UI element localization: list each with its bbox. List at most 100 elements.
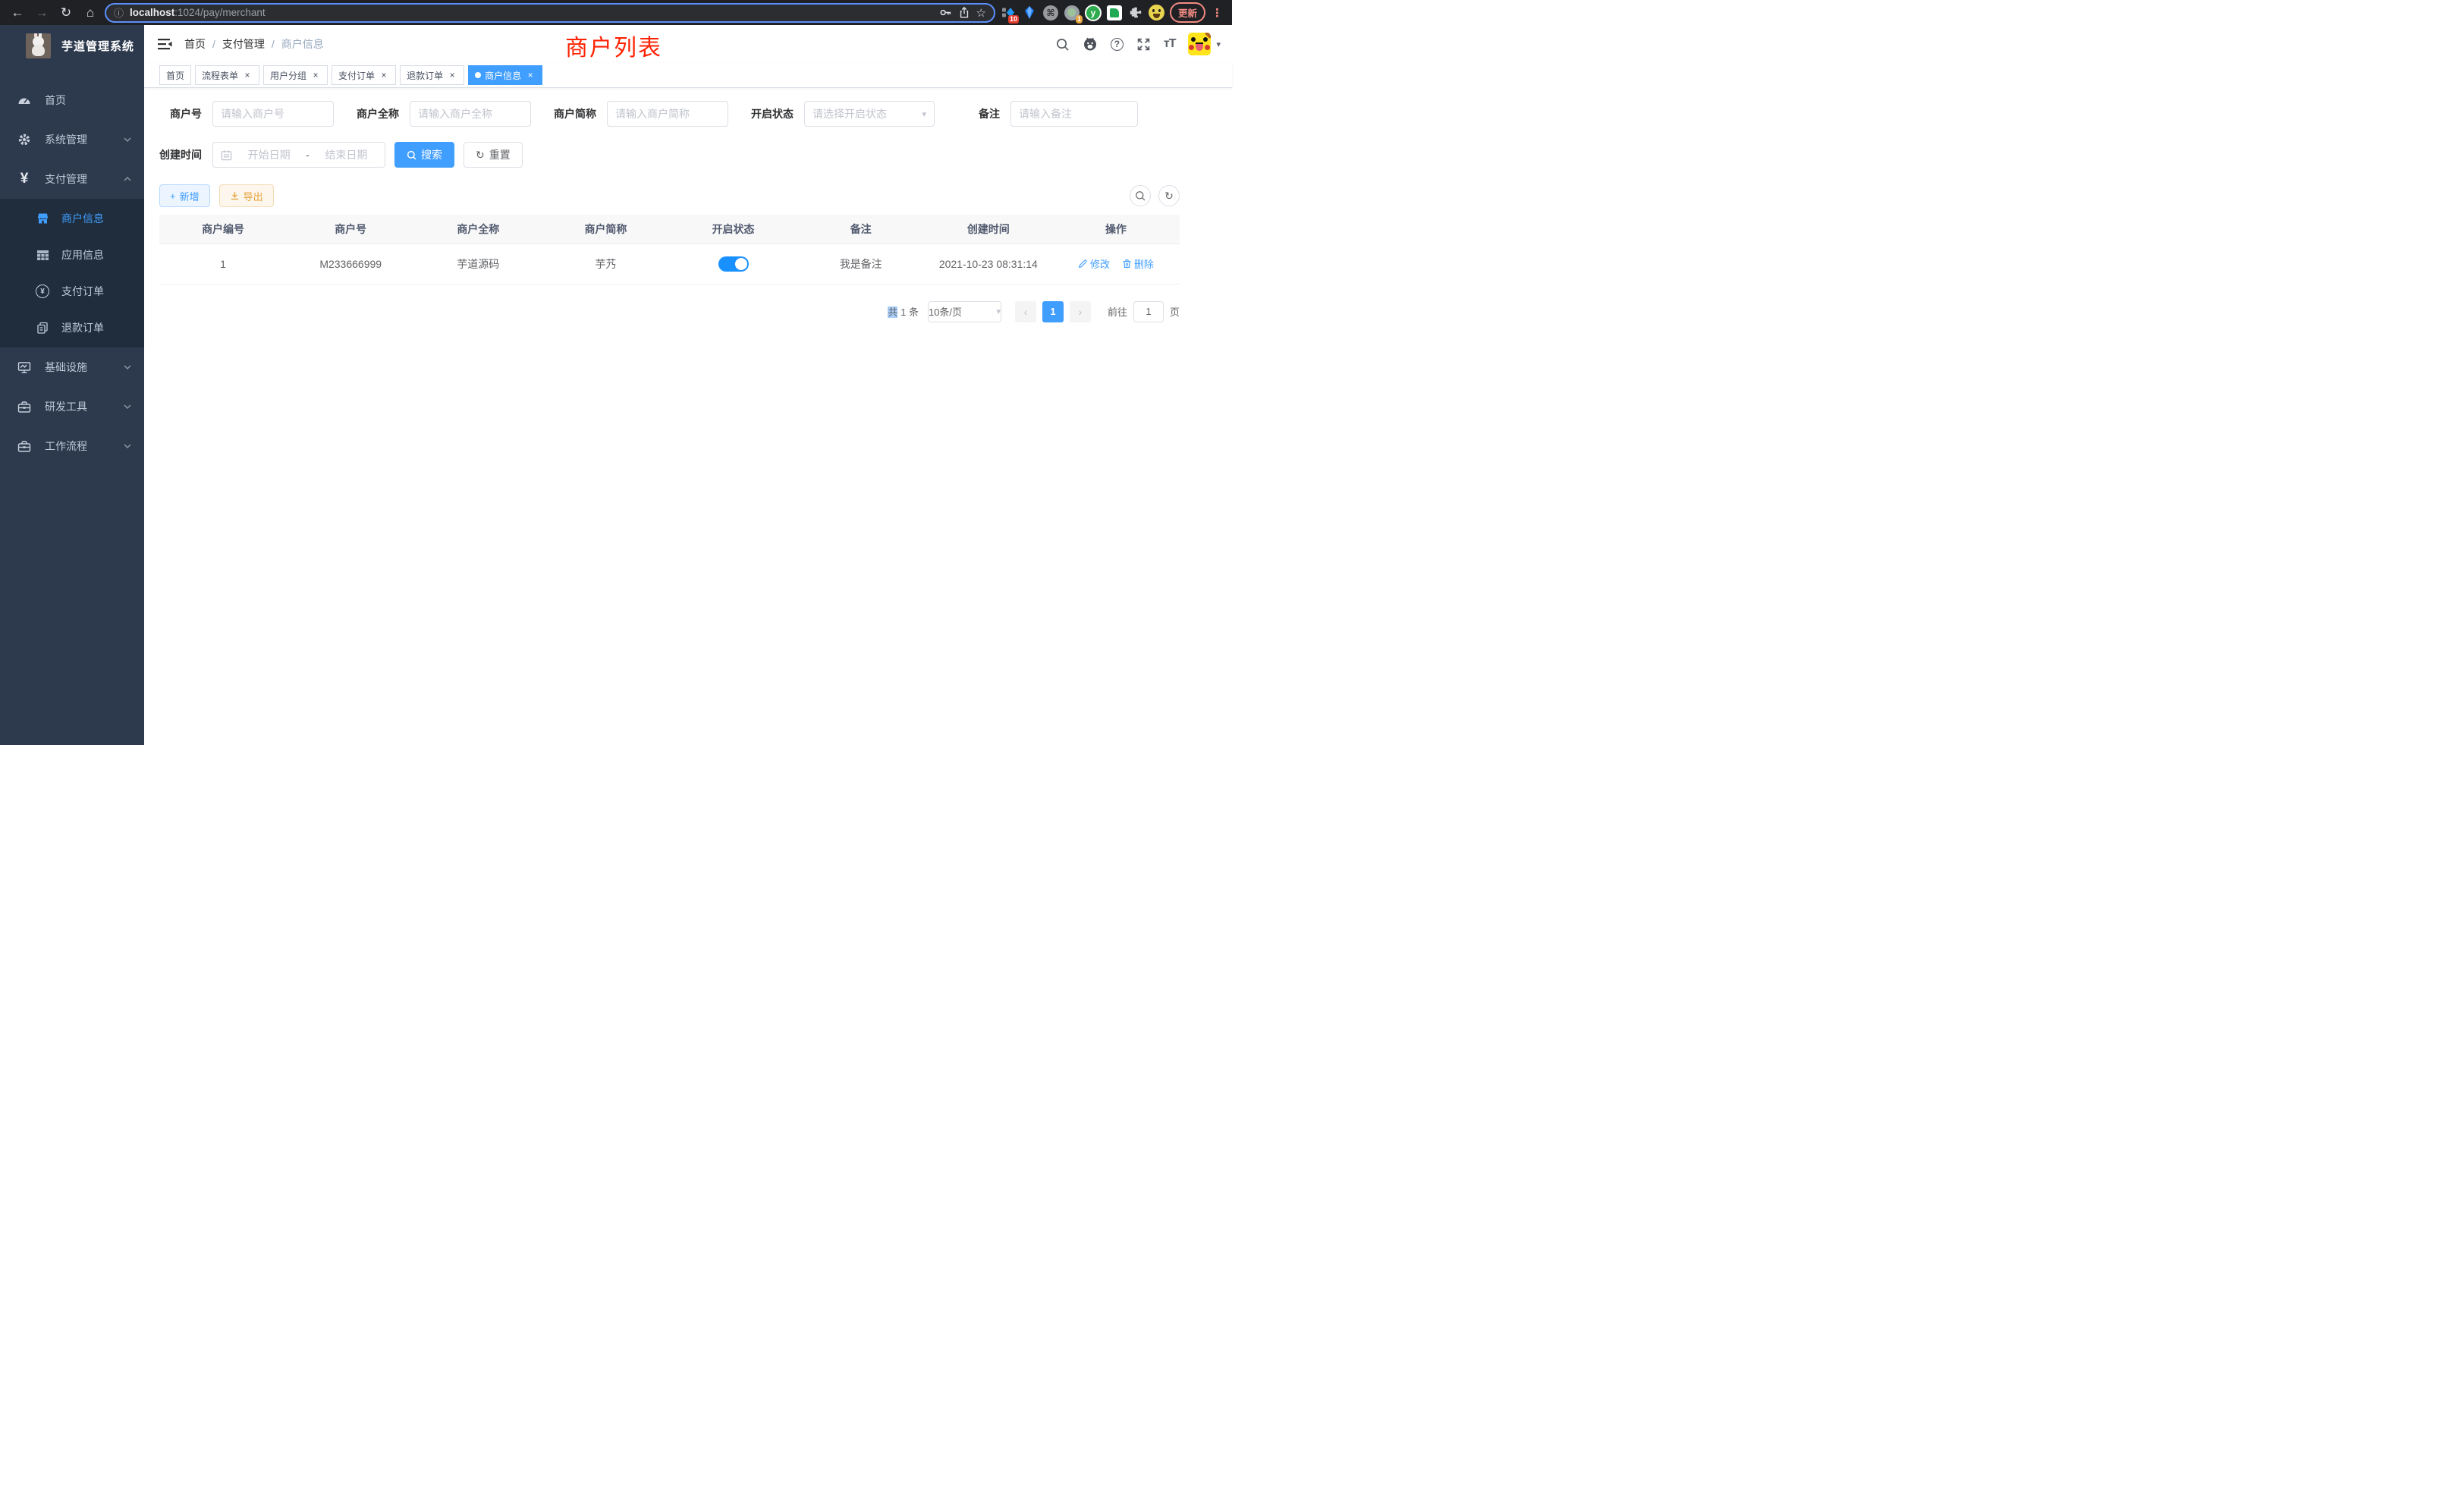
cell-merchant-id: 1 <box>159 244 287 284</box>
breadcrumb-payment[interactable]: 支付管理 <box>222 36 265 52</box>
sidebar-item-pay-order[interactable]: ¥ 支付订单 <box>0 273 144 310</box>
end-date-input[interactable]: 结束日期 <box>316 147 377 162</box>
sidebar-item-refund-order[interactable]: 退款订单 <box>0 310 144 346</box>
browser-update-button[interactable]: 更新 <box>1170 2 1205 23</box>
reset-button[interactable]: ↻ 重置 <box>464 142 523 168</box>
status-select[interactable]: 请选择开启状态 ▾ <box>804 101 935 127</box>
cell-merchant-full: 芋道源码 <box>414 244 542 284</box>
tab-home[interactable]: 首页 <box>159 65 191 85</box>
chevron-down-icon <box>123 402 132 411</box>
close-icon[interactable]: × <box>310 70 321 80</box>
profile-avatar-icon[interactable] <box>1149 5 1165 21</box>
prev-page-button[interactable]: ‹ <box>1015 301 1036 322</box>
extension-pin-icon[interactable]: 10 <box>1000 5 1017 21</box>
delete-link[interactable]: 删除 <box>1122 256 1154 271</box>
fullscreen-icon[interactable] <box>1136 37 1151 52</box>
sidebar-item-workflow[interactable]: 工作流程 <box>0 426 144 466</box>
toggle-search-button[interactable] <box>1130 185 1151 206</box>
breadcrumb-home[interactable]: 首页 <box>184 36 206 52</box>
remark-input[interactable] <box>1019 108 1130 120</box>
sidebar-item-home[interactable]: 首页 <box>0 80 144 120</box>
extension-gem-icon[interactable] <box>1021 5 1038 21</box>
tab-merchant-info[interactable]: 商户信息× <box>468 65 542 85</box>
extension-command-icon[interactable]: ⌘ <box>1042 5 1059 21</box>
avatar-caret-icon[interactable]: ▾ <box>1216 39 1221 49</box>
goto-page-input[interactable] <box>1133 301 1164 322</box>
header-search-icon[interactable] <box>1055 37 1070 52</box>
sidebar-item-dev-tools[interactable]: 研发工具 <box>0 387 144 426</box>
tab-process-form[interactable]: 流程表单× <box>195 65 259 85</box>
user-avatar[interactable] <box>1188 33 1211 55</box>
browser-back-button[interactable]: ← <box>8 3 27 23</box>
chevron-down-icon <box>123 135 132 144</box>
current-page-button[interactable]: 1 <box>1042 301 1064 322</box>
site-info-icon[interactable]: ⓘ <box>114 5 124 20</box>
date-separator: - <box>306 149 310 161</box>
merchant-full-input[interactable] <box>418 108 523 120</box>
refresh-table-button[interactable]: ↻ <box>1158 185 1180 206</box>
yen-icon: ¥ <box>17 172 31 186</box>
sidebar: 芋道管理系统 首页 系统管理 ¥ 支付管理 <box>0 25 144 745</box>
export-button[interactable]: 导出 <box>219 184 274 207</box>
close-icon[interactable]: × <box>525 70 536 80</box>
extension-chat-icon[interactable] <box>1106 5 1123 21</box>
col-merchant-short: 商户简称 <box>542 215 669 244</box>
col-create-time: 创建时间 <box>925 215 1052 244</box>
monitor-chart-icon <box>17 360 31 374</box>
address-bar[interactable]: ⓘ localhost:1024/pay/merchant ☆ <box>105 3 995 23</box>
status-toggle[interactable] <box>718 256 749 272</box>
extensions-puzzle-icon[interactable] <box>1127 5 1144 21</box>
cell-merchant-no: M233666999 <box>287 244 414 284</box>
help-icon[interactable]: ? <box>1111 38 1124 51</box>
field-remark: 备注 <box>957 101 1138 127</box>
share-icon[interactable] <box>958 6 970 19</box>
merchant-no-input[interactable] <box>221 108 325 120</box>
sidebar-item-system[interactable]: 系统管理 <box>0 120 144 159</box>
search-button[interactable]: 搜索 <box>394 142 454 168</box>
date-range-picker[interactable]: 开始日期 - 结束日期 <box>212 142 385 168</box>
tab-refund-order[interactable]: 退款订单× <box>400 65 464 85</box>
browser-forward-button[interactable]: → <box>32 3 52 23</box>
url-text[interactable]: localhost:1024/pay/merchant <box>130 7 933 18</box>
browser-menu-icon[interactable]: ⋮ <box>1210 6 1224 20</box>
browser-reload-button[interactable]: ↻ <box>56 3 76 23</box>
sidebar-item-app-info[interactable]: 应用信息 <box>0 237 144 273</box>
extension-monitor-icon[interactable]: 1 <box>1064 5 1080 21</box>
chevron-down-icon <box>123 363 132 372</box>
extension-y-icon[interactable]: y <box>1085 5 1102 21</box>
field-label: 开启状态 <box>751 106 794 121</box>
page-size-select[interactable]: 10条/页 ▾ <box>928 301 1001 322</box>
field-merchant-full: 商户全称 <box>357 101 531 127</box>
tab-pay-order[interactable]: 支付订单× <box>332 65 396 85</box>
close-icon[interactable]: × <box>242 70 253 80</box>
sidebar-collapse-icon[interactable] <box>158 38 172 50</box>
sidebar-item-infrastructure[interactable]: 基础设施 <box>0 347 144 387</box>
browser-home-button[interactable]: ⌂ <box>80 3 100 23</box>
sidebar-item-merchant-info[interactable]: 商户信息 <box>0 200 144 237</box>
edit-link[interactable]: 修改 <box>1078 256 1110 271</box>
font-size-icon[interactable]: тT <box>1164 37 1176 51</box>
pagination: 共 1 条 10条/页 ▾ ‹ 1 › 前往 页 <box>159 301 1180 322</box>
field-label: 商户全称 <box>357 106 399 121</box>
col-merchant-id: 商户编号 <box>159 215 287 244</box>
tab-user-group[interactable]: 用户分组× <box>263 65 328 85</box>
merchant-short-input[interactable] <box>615 108 720 120</box>
goto-label: 前往 <box>1108 304 1127 319</box>
password-key-icon[interactable] <box>939 6 952 19</box>
logo-rabbit-image <box>26 33 51 58</box>
github-icon[interactable] <box>1083 36 1098 52</box>
start-date-input[interactable]: 开始日期 <box>238 147 300 162</box>
extension-badge: 10 <box>1008 15 1019 24</box>
sidebar-item-label: 支付订单 <box>61 284 132 299</box>
sidebar-item-payment[interactable]: ¥ 支付管理 <box>0 159 144 199</box>
close-icon[interactable]: × <box>447 70 457 80</box>
page-content: 商户号 商户全称 商户简称 开启状态 请选择开启状态 ▾ <box>144 88 1180 322</box>
bookmark-star-icon[interactable]: ☆ <box>976 6 986 20</box>
next-page-button[interactable]: › <box>1070 301 1091 322</box>
add-button[interactable]: + 新增 <box>159 184 210 207</box>
sidebar-item-label: 基础设施 <box>45 360 123 375</box>
main-area: 商户列表 首页 / 支付管理 / 商户信息 ? <box>144 25 1232 745</box>
refresh-icon: ↻ <box>476 149 485 162</box>
app-logo[interactable]: 芋道管理系统 <box>0 25 144 67</box>
close-icon[interactable]: × <box>379 70 389 80</box>
